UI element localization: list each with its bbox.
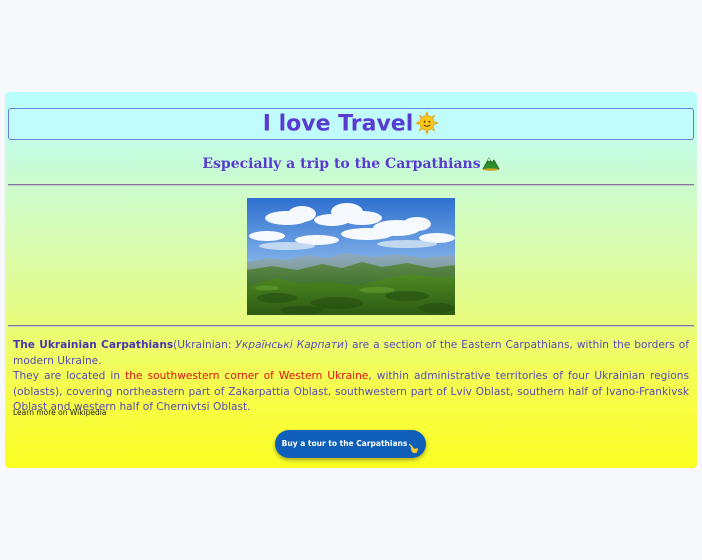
- subtitle: Especially a trip to the Carpathians: [5, 154, 697, 174]
- carpathians-photo: [247, 198, 455, 315]
- title-box: I love Travel: [8, 108, 694, 140]
- main-card: I love Travel Especially a trip to the C: [5, 92, 697, 468]
- sun-icon: [415, 111, 440, 135]
- description-name: The Ukrainian Carpathians: [13, 339, 174, 351]
- learn-more-link[interactable]: Learn more on Wikipedia: [13, 408, 106, 417]
- subtitle-text: Especially a trip to the Carpathians: [202, 156, 481, 172]
- description-sentence-2-start: They are located in: [13, 370, 126, 382]
- buy-tour-label: Buy a tour to the Carpathians: [281, 439, 408, 448]
- divider-bottom: [8, 325, 694, 327]
- buy-tour-button[interactable]: Buy a tour to the Carpathians: [275, 430, 426, 458]
- description-highlight: the southwestern corner of Western Ukrai…: [125, 370, 369, 382]
- pointing-hand-icon: [409, 438, 419, 454]
- divider-top: [8, 184, 694, 186]
- description-native-name: Українські Карпати: [235, 339, 344, 351]
- carpathians-description: The Ukrainian Carpathians(Ukrainian: Укр…: [13, 338, 689, 416]
- mountain-icon: [481, 153, 500, 171]
- page-title: I love Travel: [262, 111, 414, 137]
- description-paren: (Ukrainian:: [173, 339, 236, 351]
